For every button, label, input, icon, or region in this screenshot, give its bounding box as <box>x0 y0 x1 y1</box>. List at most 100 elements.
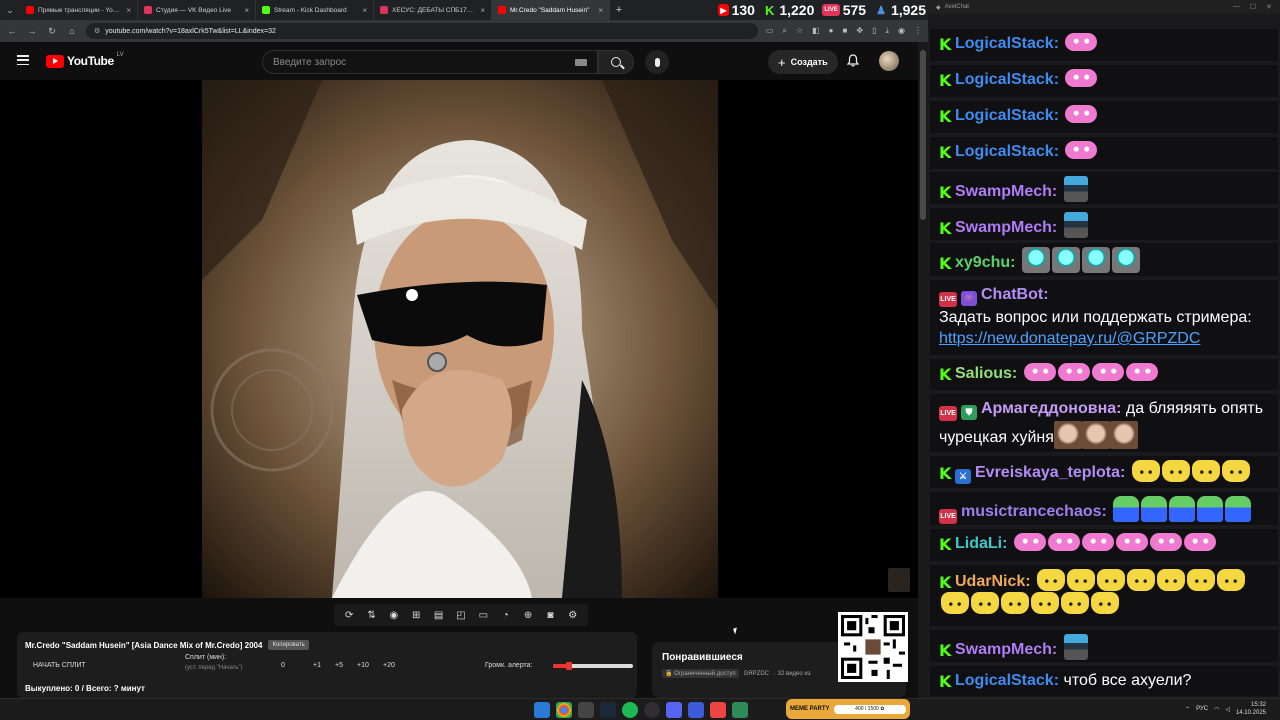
download-icon[interactable]: ⤓ <box>885 26 889 36</box>
home-icon[interactable]: ⌂ <box>66 26 78 36</box>
browser-tab[interactable]: Stream - Kick Dashboard × <box>256 0 374 20</box>
clock[interactable]: 15:32 14.10.2025 <box>1236 701 1266 717</box>
zoom-icon[interactable]: ⌕ <box>782 26 786 36</box>
voice-search-button[interactable] <box>645 50 669 74</box>
copy-badge[interactable]: Копировать <box>268 640 309 650</box>
screenshot-icon[interactable]: ◙ <box>541 610 559 621</box>
chat-username[interactable]: ChatBot: <box>981 286 1049 303</box>
browser-tab[interactable]: Прямые трансляции - YouTub × <box>20 0 138 20</box>
browser-tab[interactable]: Студия — VK Видео Live × <box>138 0 256 20</box>
profile-icon[interactable]: ◉ <box>898 26 905 36</box>
speed-icon[interactable]: ◔ <box>497 610 515 621</box>
tab-search-icon[interactable]: ⌄ <box>0 0 20 20</box>
spotify-icon[interactable] <box>622 702 638 718</box>
steam-icon[interactable] <box>600 702 616 718</box>
increment-5-button[interactable]: +5 <box>335 662 343 669</box>
forward-icon[interactable]: → <box>26 26 38 36</box>
pip-icon[interactable]: ◰ <box>452 610 470 621</box>
start-icon[interactable] <box>534 702 550 718</box>
increment-1-button[interactable]: +1 <box>313 662 321 669</box>
sidebar-icon[interactable]: ▯ <box>872 26 876 36</box>
chat-username[interactable]: LogicalStack: <box>955 35 1059 52</box>
tab-close-icon[interactable]: × <box>126 6 131 15</box>
increment-10-button[interactable]: +10 <box>357 662 369 669</box>
app-icon-2[interactable] <box>688 702 704 718</box>
page-scrollbar[interactable] <box>918 42 928 698</box>
maximize-icon[interactable]: ☐ <box>1250 3 1256 11</box>
tab-close-icon[interactable]: × <box>480 6 485 15</box>
site-info-icon[interactable]: ⚙ <box>94 27 100 35</box>
add-icon[interactable]: ⊕ <box>519 610 537 621</box>
puzzle-icon[interactable]: ✥ <box>856 26 863 36</box>
tray-chevron-icon[interactable]: ⌃ <box>1185 706 1190 713</box>
cast-icon[interactable]: ▭ <box>766 26 774 36</box>
meme-party-widget[interactable]: MEME PARTY 400 / 1500 ✿ <box>786 699 910 719</box>
queue-icon[interactable]: ⊞ <box>407 610 425 621</box>
loop-icon[interactable]: ⟳ <box>340 610 358 621</box>
account-avatar[interactable] <box>879 51 899 71</box>
browser-tab[interactable]: Mr.Credo "Saddam Husein" × <box>492 0 610 20</box>
create-button[interactable]: + Создать <box>768 50 838 74</box>
extension-2-icon[interactable]: ● <box>829 26 834 36</box>
search-button[interactable] <box>598 50 634 74</box>
increment-20-button[interactable]: +20 <box>383 662 395 669</box>
youtube-logo[interactable]: YouTube LV <box>46 52 124 68</box>
minimize-icon[interactable]: — <box>1233 3 1240 11</box>
menu-icon[interactable] <box>17 55 29 65</box>
menu-kebab-icon[interactable]: ⋮ <box>914 26 922 36</box>
tab-close-icon[interactable]: × <box>598 6 603 15</box>
channel-watermark[interactable] <box>888 568 910 592</box>
alert-volume-knob[interactable] <box>566 662 572 670</box>
extension-3-icon[interactable]: ■ <box>843 26 848 36</box>
sort-icon[interactable]: ⇅ <box>363 610 381 621</box>
playlist-owner[interactable]: GRPZDC <box>744 671 769 677</box>
extension-icon[interactable]: ◧ <box>812 26 820 36</box>
explorer-icon[interactable] <box>578 702 594 718</box>
chat-link[interactable]: https://new.donatepay.ru/@GRPZDC <box>939 330 1200 347</box>
alert-volume-slider[interactable] <box>553 662 633 670</box>
chat-username[interactable]: SwampMech: <box>955 183 1057 200</box>
chat-username[interactable]: Salious: <box>955 365 1017 382</box>
browser-tab[interactable]: ХЕСУС: ДЕБАТЫ СПБ1703 И Мос × <box>374 0 492 20</box>
back-icon[interactable]: ← <box>6 26 18 36</box>
start-split-button[interactable]: НАЧАТЬ СПЛИТ <box>33 662 86 669</box>
scrollbar-thumb[interactable] <box>920 50 926 220</box>
chat-username[interactable]: LogicalStack: <box>955 71 1059 88</box>
volume-icon[interactable]: ◁ <box>1225 706 1230 713</box>
audio-icon[interactable]: ◉ <box>385 610 403 621</box>
new-tab-button[interactable]: + <box>610 4 628 16</box>
chat-username[interactable]: SwampMech: <box>955 641 1057 658</box>
keyboard-icon[interactable] <box>575 58 587 66</box>
chat-username[interactable]: LogicalStack: <box>955 107 1059 124</box>
chat-username[interactable]: Evreiskaya_teplota: <box>975 464 1125 481</box>
chat-username[interactable]: LidaLi: <box>955 535 1007 552</box>
chat-username[interactable]: UdarNick: <box>955 573 1031 590</box>
close-icon[interactable]: ✕ <box>1266 3 1272 11</box>
chat-messages[interactable]: K LogicalStack: K LogicalStack: K LogicalSt… <box>928 14 1280 698</box>
network-icon[interactable]: ◠ <box>1214 706 1219 713</box>
obs-icon[interactable] <box>644 702 660 718</box>
chat-username[interactable]: LogicalStack: <box>955 672 1059 689</box>
language-indicator[interactable]: РУС <box>1196 706 1208 712</box>
app-icon-3[interactable] <box>710 702 726 718</box>
reload-icon[interactable]: ↻ <box>46 26 58 37</box>
settings-icon[interactable]: ⚙ <box>564 610 582 621</box>
playlist-icon[interactable]: ▤ <box>430 610 448 621</box>
search-input[interactable] <box>273 56 575 68</box>
discord-icon[interactable] <box>666 702 682 718</box>
tab-close-icon[interactable]: × <box>362 6 367 15</box>
chat-username[interactable]: musictrancechaos: <box>961 503 1107 520</box>
chrome-icon[interactable] <box>556 702 572 718</box>
notifications-bell-icon[interactable] <box>847 54 859 67</box>
video-player[interactable] <box>0 80 918 598</box>
video-frame[interactable] <box>202 80 718 598</box>
bookmark-star-icon[interactable]: ☆ <box>796 26 803 36</box>
tab-close-icon[interactable]: × <box>244 6 249 15</box>
app-icon-4[interactable] <box>732 702 748 718</box>
chat-username[interactable]: Армагеддоновна: <box>981 400 1121 417</box>
chat-username[interactable]: LogicalStack: <box>955 143 1059 160</box>
theater-icon[interactable]: ▭ <box>474 610 492 621</box>
chat-username[interactable]: xy9chu: <box>955 254 1015 271</box>
address-bar[interactable]: ⚙ youtube.com/watch?v=18axlCrk5Tw&list=L… <box>86 23 758 39</box>
chat-username[interactable]: SwampMech: <box>955 219 1057 236</box>
